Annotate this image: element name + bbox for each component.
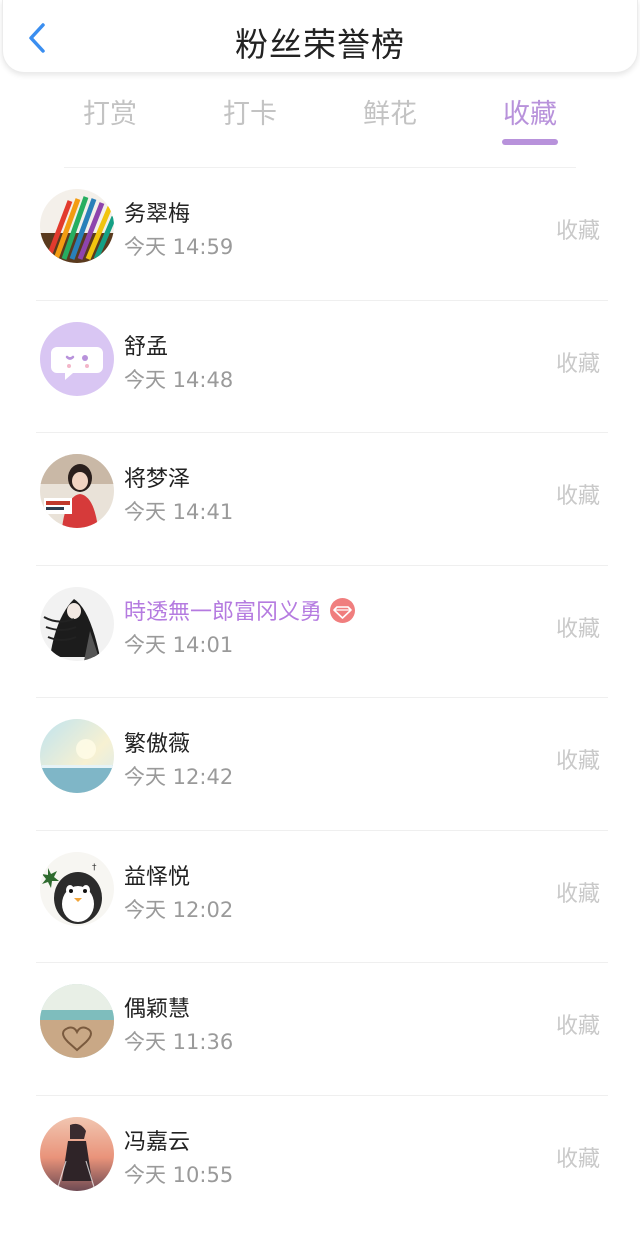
action-label: 收藏 — [555, 351, 600, 377]
avatar[interactable] — [40, 719, 114, 793]
avatar[interactable] — [40, 1116, 114, 1191]
tab-tips[interactable]: 打赏 — [55, 92, 165, 131]
list-item[interactable]: 繁傲薇 今天 12:42 收藏 — [0, 698, 640, 831]
action-label: 收藏 — [555, 1146, 600, 1172]
fan-name: 時透無一郎富冈义勇 — [124, 594, 356, 626]
fan-name: 冯嘉云 — [124, 1129, 191, 1155]
action-label: 收藏 — [555, 616, 600, 642]
svg-text:†: † — [92, 863, 97, 873]
fan-time: 今天 12:42 — [124, 765, 234, 789]
fan-time: 今天 14:41 — [124, 500, 234, 524]
avatar[interactable] — [40, 586, 114, 661]
fan-list: 务翠梅 今天 14:59 收藏 舒孟 今天 14:48 收藏 将梦泽 今天 14… — [0, 168, 640, 1228]
active-tab-indicator — [502, 139, 558, 145]
list-item[interactable]: 舒孟 今天 14:48 收藏 — [0, 301, 640, 433]
fan-time: 今天 14:01 — [124, 632, 234, 657]
action-label: 收藏 — [555, 1014, 600, 1039]
fan-name: 舒孟 — [124, 334, 169, 360]
avatar[interactable] — [40, 454, 114, 528]
fan-name: 务翠梅 — [124, 202, 191, 227]
fan-name: 益怿悦 — [124, 864, 191, 890]
fan-time: 今天 10:55 — [124, 1162, 234, 1187]
fan-name-text: 時透無一郎富冈义勇 — [124, 599, 323, 625]
tab-flowers[interactable]: 鲜花 — [335, 92, 445, 131]
list-item[interactable]: † 益怿悦 今天 12:02 收藏 — [0, 831, 640, 963]
page-title: 粉丝荣誉榜 — [235, 25, 405, 64]
action-label: 收藏 — [555, 219, 600, 244]
list-item[interactable]: 偶颖慧 今天 11:36 收藏 — [0, 963, 640, 1096]
fan-name: 偶颖慧 — [124, 997, 191, 1022]
fan-time: 今天 12:02 — [124, 897, 234, 922]
avatar[interactable] — [40, 984, 114, 1058]
diamond-icon — [330, 598, 356, 623]
avatar[interactable] — [40, 189, 114, 263]
avatar[interactable] — [40, 321, 114, 396]
fan-time: 今天 11:36 — [124, 1030, 234, 1054]
fan-time: 今天 14:48 — [124, 367, 234, 392]
avatar[interactable]: † — [40, 851, 114, 926]
fan-time: 今天 14:59 — [124, 235, 234, 259]
action-label: 收藏 — [555, 484, 600, 509]
list-item[interactable]: 将梦泽 今天 14:41 收藏 — [0, 433, 640, 566]
action-label: 收藏 — [555, 749, 600, 774]
fan-name: 繁傲薇 — [124, 732, 191, 757]
fan-name: 将梦泽 — [124, 467, 191, 492]
list-item[interactable]: 時透無一郎富冈义勇 今天 14:01 收藏 — [0, 566, 640, 698]
tab-checkin[interactable]: 打卡 — [195, 92, 305, 131]
tab-favorites[interactable]: 收藏 — [475, 92, 585, 131]
action-label: 收藏 — [555, 881, 600, 907]
nav-header: 粉丝荣誉榜 — [2, 0, 638, 73]
list-item[interactable]: 务翠梅 今天 14:59 收藏 — [0, 168, 640, 301]
list-item[interactable]: 冯嘉云 今天 10:55 收藏 — [0, 1096, 640, 1229]
